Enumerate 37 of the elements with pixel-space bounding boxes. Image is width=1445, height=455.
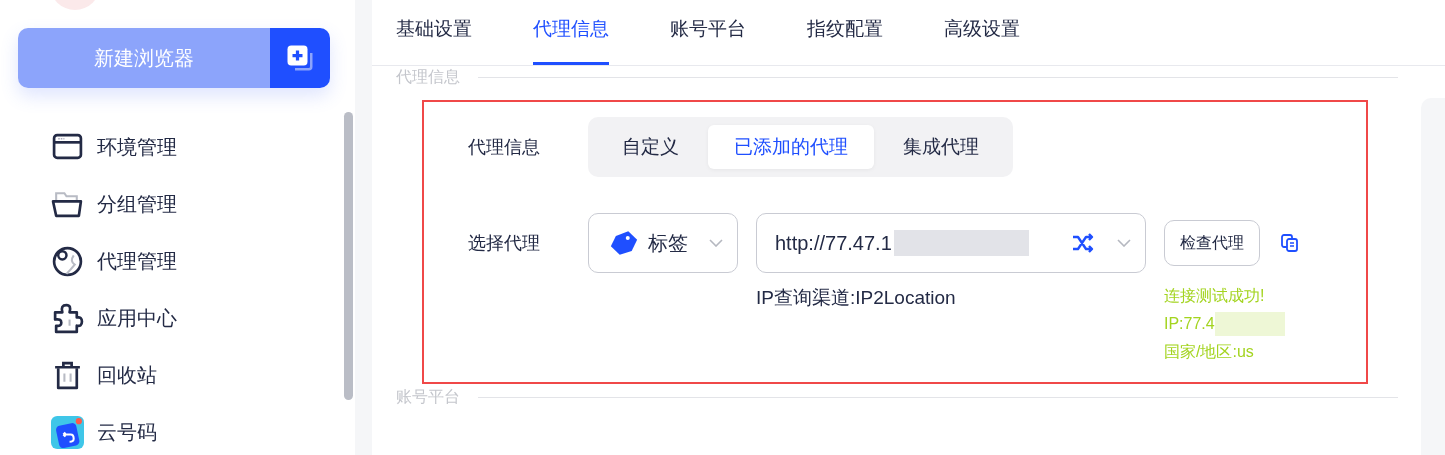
scrollbar[interactable] — [344, 112, 353, 400]
tag-select[interactable]: 标签 — [588, 213, 738, 273]
result-text: 国家/地区:us — [1164, 341, 1254, 362]
segment-option[interactable]: 已添加的代理 — [708, 125, 874, 169]
tab[interactable]: 基础设置 — [396, 0, 472, 62]
copy-icon[interactable] — [1280, 233, 1300, 253]
shuffle-icon — [1071, 231, 1095, 255]
sidebar-item[interactable]: 代理管理 — [0, 233, 355, 290]
field-label: 代理信息 — [468, 136, 541, 159]
sidebar-item[interactable]: 云号码 — [0, 404, 355, 455]
tab[interactable]: 高级设置 — [944, 0, 1020, 62]
sidebar-item[interactable]: 应用中心 — [0, 290, 355, 347]
segment-option[interactable]: 集成代理 — [877, 125, 1005, 169]
add-icon — [285, 43, 315, 73]
app-icon — [51, 416, 84, 449]
tab[interactable]: 代理信息 — [533, 0, 609, 65]
segment-option[interactable]: 自定义 — [596, 125, 705, 169]
globe-icon — [51, 245, 84, 278]
tag-icon — [609, 228, 639, 258]
result-text: 连接测试成功! — [1164, 285, 1265, 306]
result-text: IP:77.4 — [1164, 315, 1215, 333]
redaction-block — [1214, 312, 1285, 336]
section-title: 账号平台 — [396, 386, 460, 407]
section-title: 代理信息 — [396, 66, 460, 87]
tab[interactable]: 账号平台 — [670, 0, 746, 62]
check-proxy-button[interactable]: 检查代理 — [1164, 220, 1260, 266]
proxy-select[interactable]: http://77.47.1 — [756, 213, 1146, 273]
chevron-icon — [1117, 239, 1131, 247]
field-label: 选择代理 — [468, 232, 541, 255]
ip-channel-text: IP查询渠道:IP2Location — [756, 286, 957, 310]
chevron-icon — [709, 239, 723, 247]
puzzle-icon — [51, 302, 84, 335]
tab[interactable]: 指纹配置 — [807, 0, 883, 62]
add-button[interactable] — [270, 28, 330, 88]
sidebar-item[interactable]: 分组管理 — [0, 176, 355, 233]
sidebar-item[interactable]: 环境管理 — [0, 119, 355, 176]
sidebar-item[interactable]: 回收站 — [0, 347, 355, 404]
